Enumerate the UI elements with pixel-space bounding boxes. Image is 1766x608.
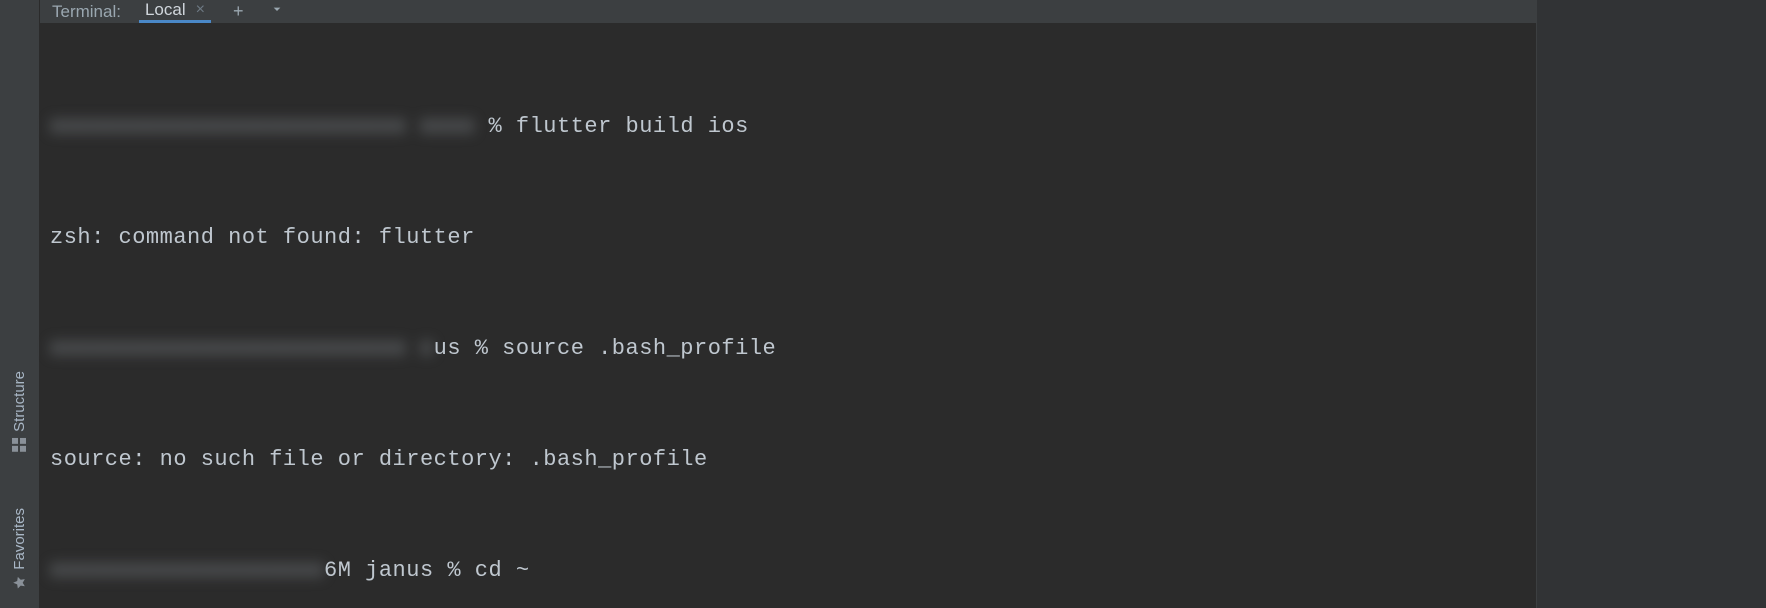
terminal-line: xxxxxxxxxxxxxxxxxxxxxxxxxx xxxx % flutte… (50, 108, 1536, 145)
terminal-title: Terminal: (52, 2, 121, 22)
sidebar-item-favorites[interactable]: Favorites (11, 500, 28, 598)
add-tab-button[interactable]: + (229, 1, 248, 22)
terminal-output[interactable]: xxxxxxxxxxxxxxxxxxxxxxxxxx xxxx % flutte… (40, 24, 1536, 608)
terminal-line: xxxxxxxxxxxxxxxxxxxx6M janus % cd ~ (50, 552, 1536, 589)
tab-label: Local (145, 0, 186, 20)
structure-icon (13, 438, 27, 452)
right-gutter (1536, 0, 1766, 608)
left-tool-rail: Structure Favorites (0, 0, 40, 608)
terminal-tab-local[interactable]: Local × (139, 0, 211, 23)
sidebar-item-structure[interactable]: Structure (11, 363, 28, 460)
tab-dropdown-button[interactable] (265, 1, 289, 22)
star-icon (13, 576, 27, 590)
terminal-line: zsh: command not found: flutter (50, 219, 1536, 256)
sidebar-item-label: Favorites (11, 508, 28, 570)
close-icon[interactable]: × (196, 1, 205, 19)
terminal-line: xxxxxxxxxxxxxxxxxxxxxxxxxx xus % source … (50, 330, 1536, 367)
terminal-line: source: no such file or directory: .bash… (50, 441, 1536, 478)
chevron-down-icon (269, 1, 285, 17)
terminal-header: Terminal: Local × + (40, 0, 1536, 24)
sidebar-item-label: Structure (11, 371, 28, 432)
